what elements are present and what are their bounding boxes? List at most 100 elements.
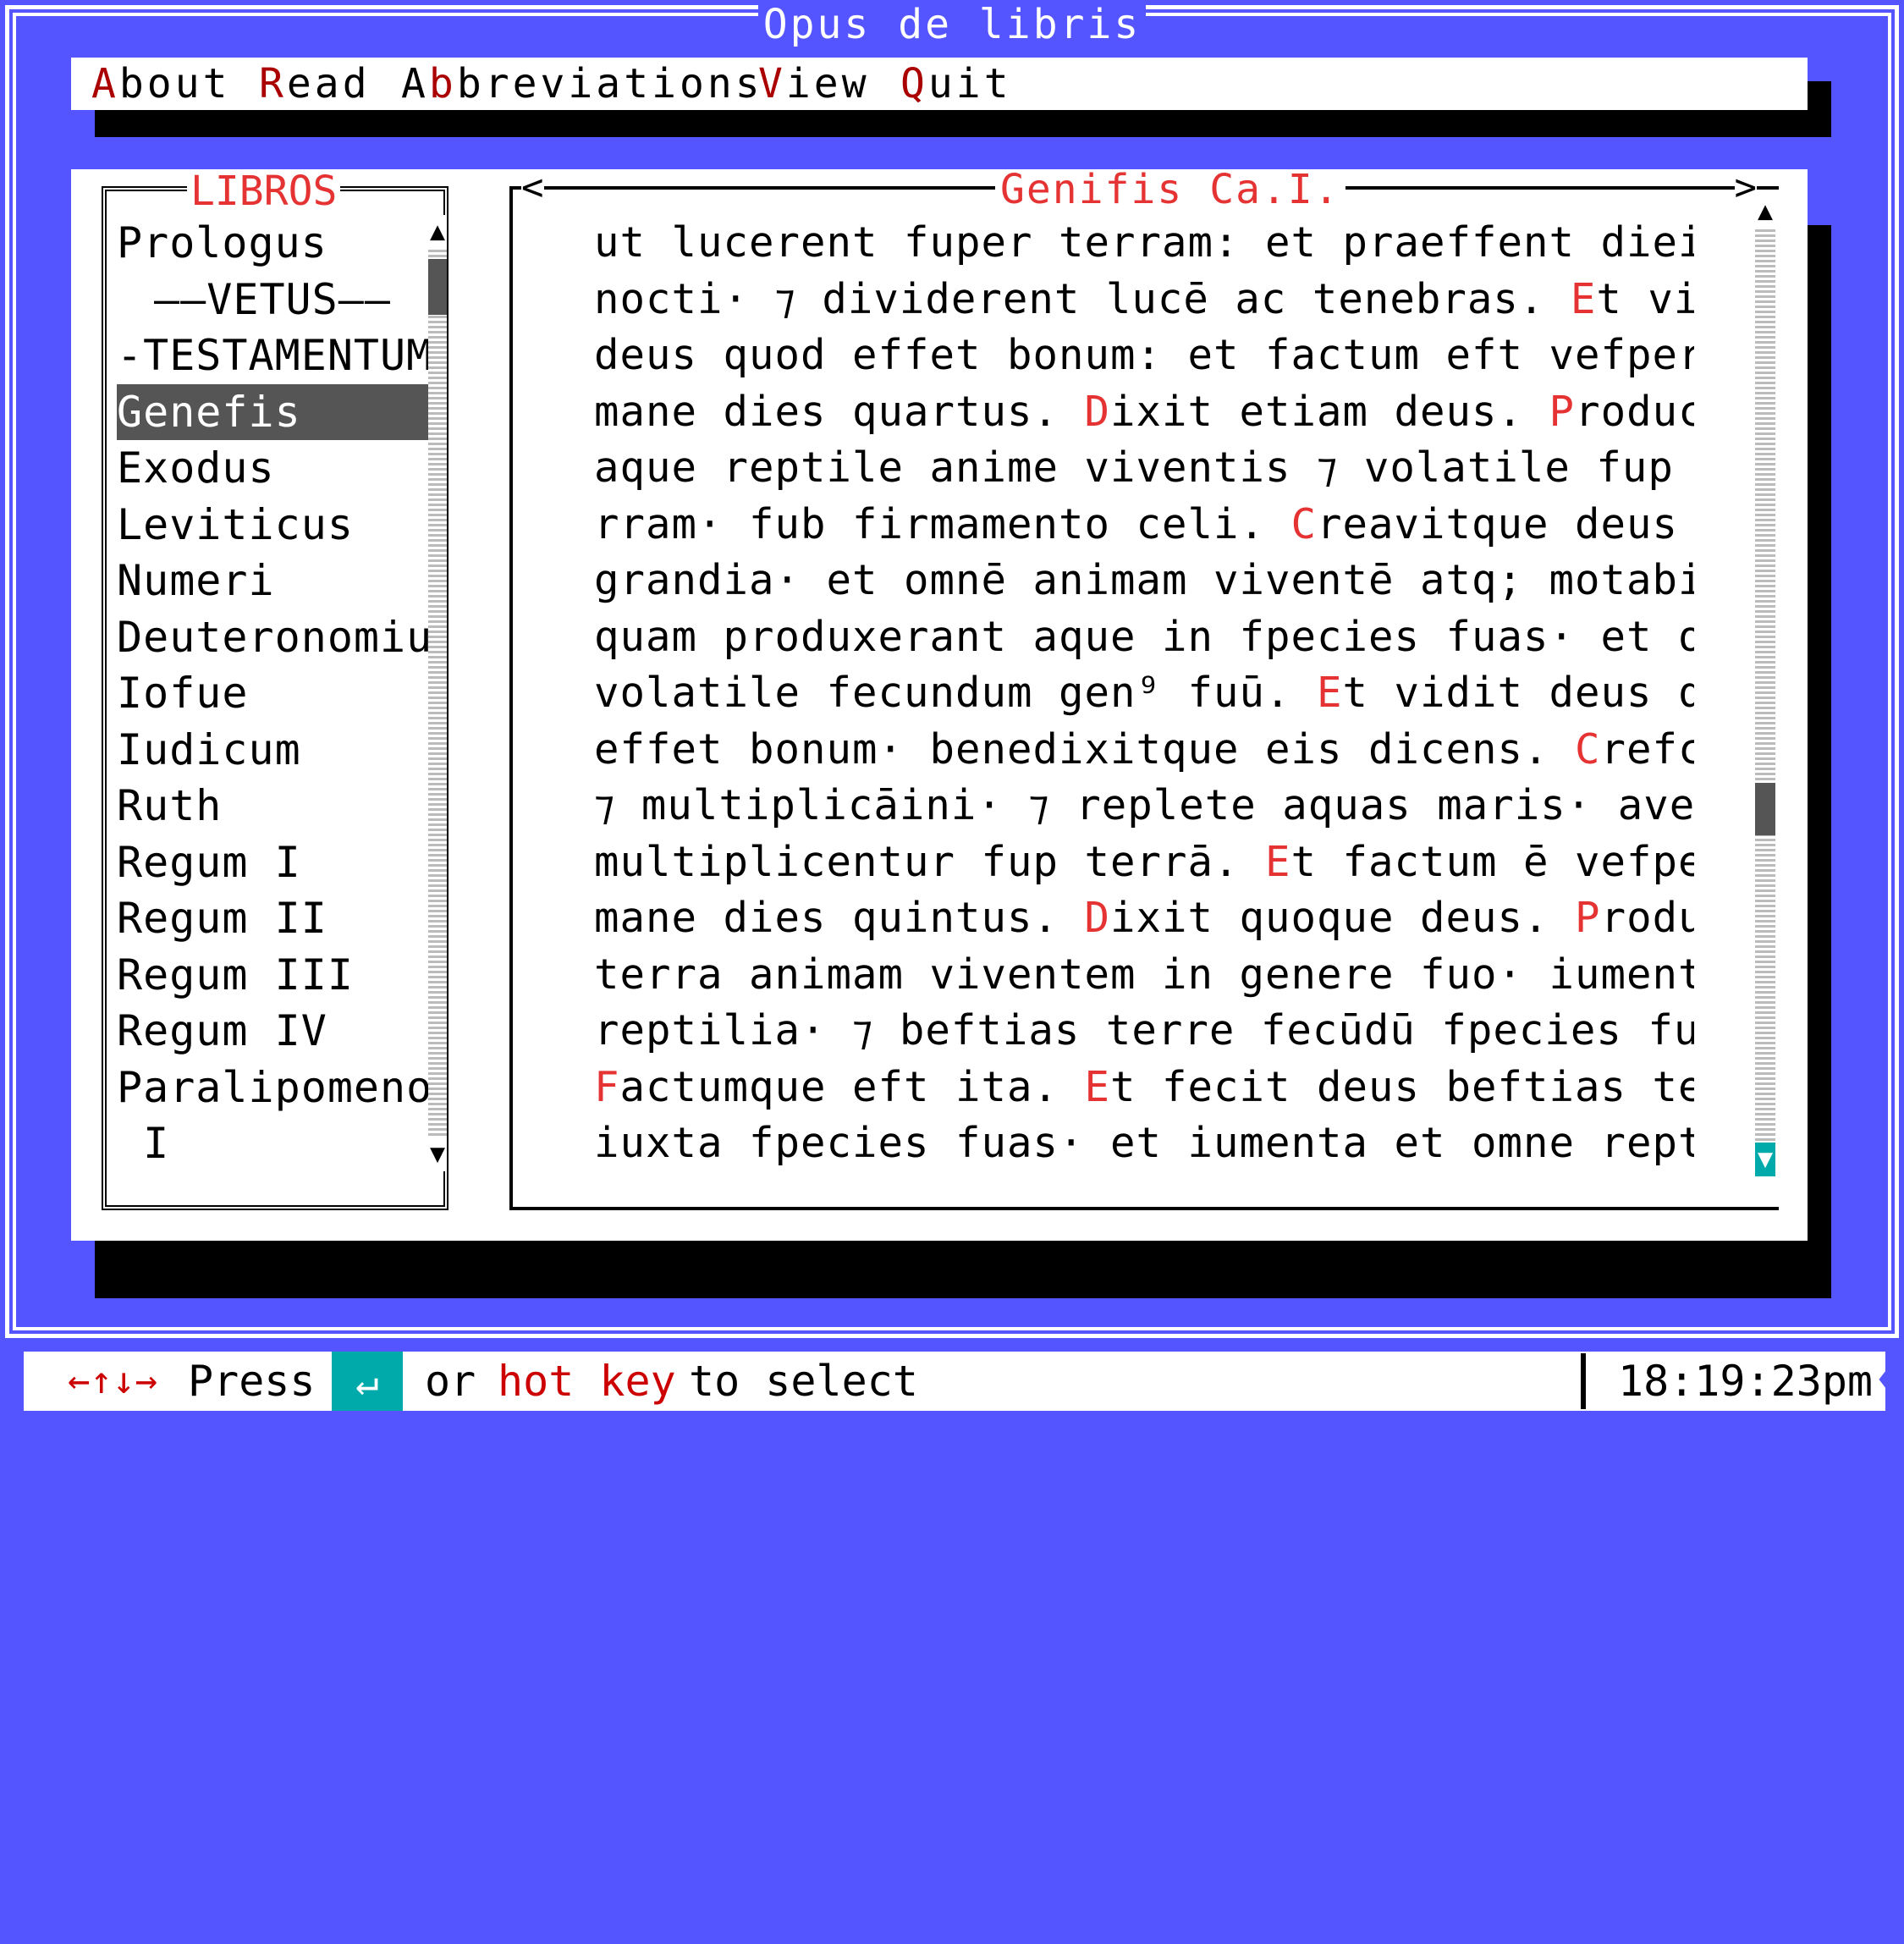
book-list-item[interactable]: I xyxy=(117,1115,428,1172)
text-line: nocti· ⁊ dividerent lucē ac tenebras. Et… xyxy=(594,272,1694,328)
text-run: reavitque deus cete xyxy=(1317,499,1679,548)
book-list-separator: ——VETUS—— xyxy=(154,274,391,324)
text-run: ixit etiam deus. xyxy=(1110,387,1549,436)
chapter-text: ut lucerent fuper terram: et praeffent d… xyxy=(594,215,1694,1172)
verse-initial: D xyxy=(1084,894,1111,942)
book-list-item[interactable]: Ruth xyxy=(117,778,428,834)
text-run: terra animam viventem in genere fuo· ium… xyxy=(594,950,1694,999)
text-line: iuxta fpecies fuas· et iumenta et omne r… xyxy=(594,1115,1694,1172)
book-list-item[interactable]: Exodus xyxy=(117,440,428,497)
menu-quit[interactable]: Quit xyxy=(900,58,1012,110)
text-line: Factumque eft ita. Et fecit deus beftias… xyxy=(594,1060,1694,1116)
text-line: aque reptile anime viventis ⁊ volatile f… xyxy=(594,440,1694,497)
verse-initial: F xyxy=(594,1062,620,1111)
text-run: mane dies quartus. xyxy=(594,387,1085,436)
text-line: quam produxerant aque in fpecies fuas· e… xyxy=(594,609,1694,666)
text-line: reptilia· ⁊ beftias terre fecūdū fpecies… xyxy=(594,1003,1694,1060)
verse-initial: E xyxy=(1084,1062,1111,1111)
text-run: effet bonum· benedixitque eis dicens. xyxy=(594,724,1576,774)
hot-key-label: hot key xyxy=(498,1357,676,1406)
book-list-item[interactable]: Regum III xyxy=(117,947,428,1004)
clock: 18:19:23pm xyxy=(1618,1357,1874,1406)
book-list-item[interactable]: Iudicum xyxy=(117,722,428,779)
verse-initial: P xyxy=(1549,387,1576,436)
text-line: terra animam viventem in genere fuo· ium… xyxy=(594,947,1694,1004)
book-list-panel: LIBROS Prologus ——VETUS—— -TESTAMENTUM- Gen… xyxy=(102,171,448,1210)
verse-initial: C xyxy=(1290,499,1318,548)
text-run: roducant xyxy=(1575,387,1694,436)
text-line: mane dies quintus. Dixit quoque deus. Pr… xyxy=(594,890,1694,947)
next-chapter-icon[interactable]: > xyxy=(1734,169,1757,207)
text-run: rram· fub firmamento celi. xyxy=(594,499,1291,548)
verse-initial: E xyxy=(1265,837,1291,886)
text-run: t vidit xyxy=(1596,274,1694,323)
end-marker-icon: ♦ xyxy=(1877,1363,1896,1398)
scroll-up-icon[interactable]: ▲ xyxy=(428,215,447,249)
text-line: deus quod effet bonum: et factum eft vef… xyxy=(594,328,1694,384)
text-run: deus quod effet bonum: et factum eft vef… xyxy=(594,331,1694,379)
verse-initial: E xyxy=(1570,274,1597,323)
text-run: multiplicentur fup terrā. xyxy=(594,837,1266,886)
scroll-down-icon[interactable]: ▼ xyxy=(428,1137,447,1171)
text-line: effet bonum· benedixitque eis dicens. Cr… xyxy=(594,722,1694,779)
text-run: refcite xyxy=(1600,724,1694,774)
book-list-item[interactable]: Paralipomenon xyxy=(117,1060,428,1116)
text-run: volatile fecundum gen⁹ fuū. xyxy=(594,669,1318,717)
text-run: grandia· et omnē animam viventē atq; mot… xyxy=(594,556,1694,604)
menu-about[interactable]: About xyxy=(91,58,231,110)
book-list-scroll-thumb[interactable] xyxy=(428,259,447,315)
app-title: Opus de libris xyxy=(757,0,1147,49)
book-list: Prologus ——VETUS—— -TESTAMENTUM- Genefis Exo… xyxy=(117,215,428,1172)
reader-scrollbar[interactable]: ▲ ▼ xyxy=(1755,195,1775,1176)
text-run: actumque eft ita. xyxy=(619,1062,1085,1111)
press-label: Press xyxy=(188,1357,316,1406)
text-run: nocti· ⁊ dividerent lucē ac tenebras. xyxy=(594,274,1571,323)
book-list-item[interactable]: Regum I xyxy=(117,834,428,891)
book-list-scrollbar[interactable]: ▲ ▼ xyxy=(428,215,447,1171)
arrow-keys-hint: ←↑↓→ xyxy=(68,1359,157,1402)
text-line: ut lucerent fuper terram: et praeffent d… xyxy=(594,215,1694,272)
text-line: mane dies quartus. Dixit etiam deus. Pro… xyxy=(594,384,1694,441)
text-run: ixit quoque deus. xyxy=(1110,894,1576,942)
book-list-item[interactable]: Numeri xyxy=(117,553,428,609)
to-select-label: to select xyxy=(689,1357,918,1406)
main-panel: LIBROS Prologus ——VETUS—— -TESTAMENTUM- Gen… xyxy=(71,169,1808,1241)
book-list-title: LIBROS xyxy=(187,171,341,212)
text-run: ⁊ multiplicāini· ⁊ replete aquas maris· … xyxy=(594,781,1694,829)
verse-initial: C xyxy=(1575,724,1601,774)
reader-scroll-thumb[interactable] xyxy=(1755,783,1775,835)
or-label: or xyxy=(425,1357,476,1406)
text-run: t factum ē vefpe et xyxy=(1290,837,1694,886)
verse-initial: D xyxy=(1084,387,1111,436)
text-line: rram· fub firmamento celi. Creavitque de… xyxy=(594,497,1694,553)
verse-initial: E xyxy=(1317,669,1343,717)
menu-view[interactable]: View xyxy=(758,58,870,110)
text-run: aque reptile anime viventis ⁊ volatile f… xyxy=(594,443,1694,492)
book-list-item[interactable]: Regum II xyxy=(117,890,428,947)
book-list-separator: -TESTAMENTUM- xyxy=(117,331,428,380)
book-list-item[interactable]: Prologus xyxy=(117,215,428,272)
book-list-item[interactable]: Deuteronomium xyxy=(117,609,428,666)
menu-abbreviations[interactable]: Abbreviations xyxy=(401,58,763,110)
text-run: t fecit deus beftias terre xyxy=(1110,1062,1694,1111)
text-line: volatile fecundum gen⁹ fuū. Et vidit deu… xyxy=(594,665,1694,722)
text-run: roducat xyxy=(1600,894,1694,942)
book-list-item[interactable]: Leviticus xyxy=(117,497,428,553)
status-bar: ←↑↓→ Press ↵ or hot key to select 18:19:… xyxy=(24,1352,1896,1411)
text-run: mane dies quintus. xyxy=(594,894,1085,942)
verse-initial: P xyxy=(1575,894,1601,942)
book-list-item[interactable]: Regum IV xyxy=(117,1003,428,1060)
book-list-item[interactable]: Iofue xyxy=(117,665,428,722)
prev-chapter-icon[interactable]: < xyxy=(521,169,544,207)
book-list-item[interactable]: Genefis xyxy=(117,383,428,440)
scroll-down-icon[interactable]: ▼ xyxy=(1755,1143,1775,1176)
text-run: ut lucerent fuper terram: et praeffent d… xyxy=(594,218,1694,267)
text-line: ⁊ multiplicāini· ⁊ replete aquas maris· … xyxy=(594,778,1694,834)
scroll-up-icon[interactable]: ▲ xyxy=(1755,195,1775,229)
text-run: quam produxerant aque in fpecies fuas· e… xyxy=(594,612,1694,661)
text-line: multiplicentur fup terrā. Et factum ē ve… xyxy=(594,834,1694,891)
menu-read[interactable]: Read xyxy=(259,58,371,110)
menu-bar: About Read Abbreviations View Quit xyxy=(71,58,1808,110)
text-run: iuxta fpecies fuas· et iumenta et omne r… xyxy=(594,1119,1694,1167)
text-run: reptilia· ⁊ beftias terre fecūdū fpecies… xyxy=(594,1006,1694,1055)
